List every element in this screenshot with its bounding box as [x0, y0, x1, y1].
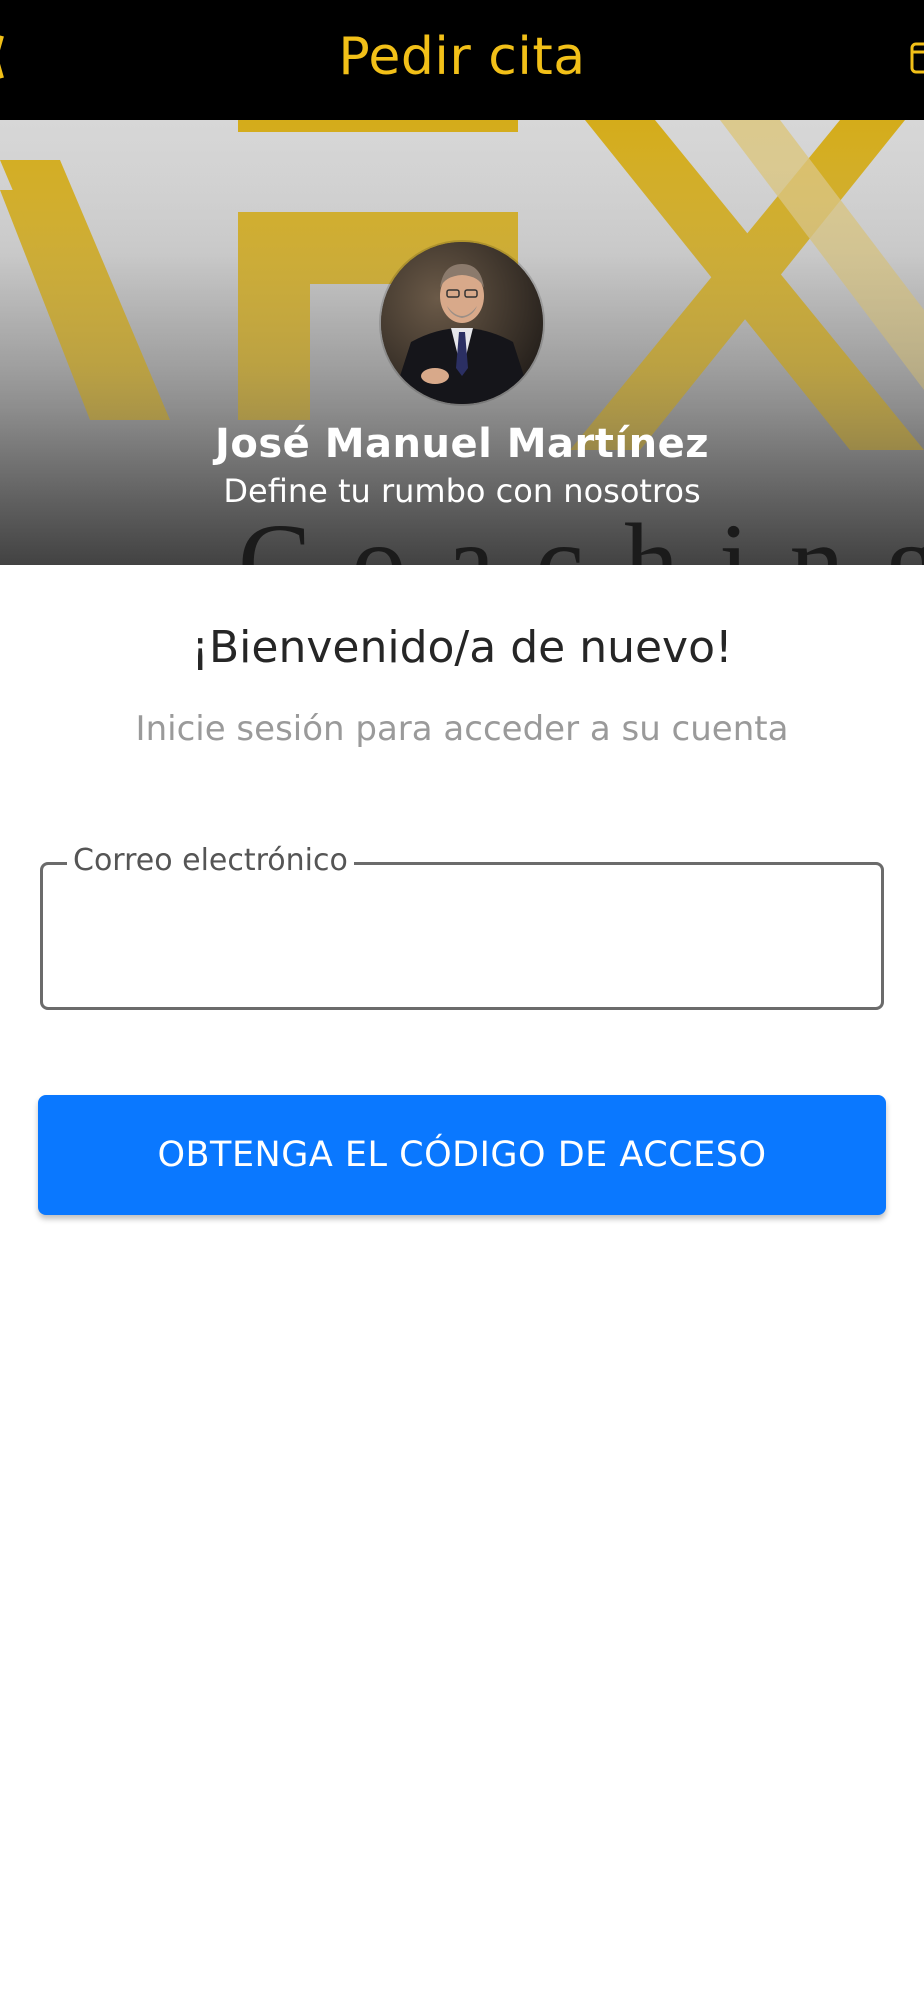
- calendar-icon[interactable]: [910, 40, 924, 76]
- avatar[interactable]: [381, 242, 543, 404]
- top-app-bar: Pedir cita: [0, 0, 924, 120]
- login-subtitle: Inicie sesión para acceder a su cuenta: [135, 709, 789, 749]
- email-field[interactable]: Correo electrónico: [40, 839, 884, 1010]
- email-field-label: Correo electrónico: [67, 839, 354, 883]
- get-access-code-button[interactable]: OBTENGA EL CÓDIGO DE ACCESO: [38, 1095, 886, 1215]
- app-root: Pedir cita Coaching José Manuel Martínez…: [0, 0, 924, 2000]
- profile-tagline: Define tu rumbo con nosotros: [223, 472, 701, 510]
- profile-banner: Coaching José Manuel Martínez Define tu …: [0, 120, 924, 565]
- email-input[interactable]: [63, 905, 861, 987]
- profile-photo: [381, 242, 543, 404]
- page-title: Pedir cita: [338, 27, 586, 87]
- profile-name: José Manuel Martínez: [215, 421, 709, 467]
- welcome-heading: ¡Bienvenido/a de nuevo!: [191, 622, 733, 673]
